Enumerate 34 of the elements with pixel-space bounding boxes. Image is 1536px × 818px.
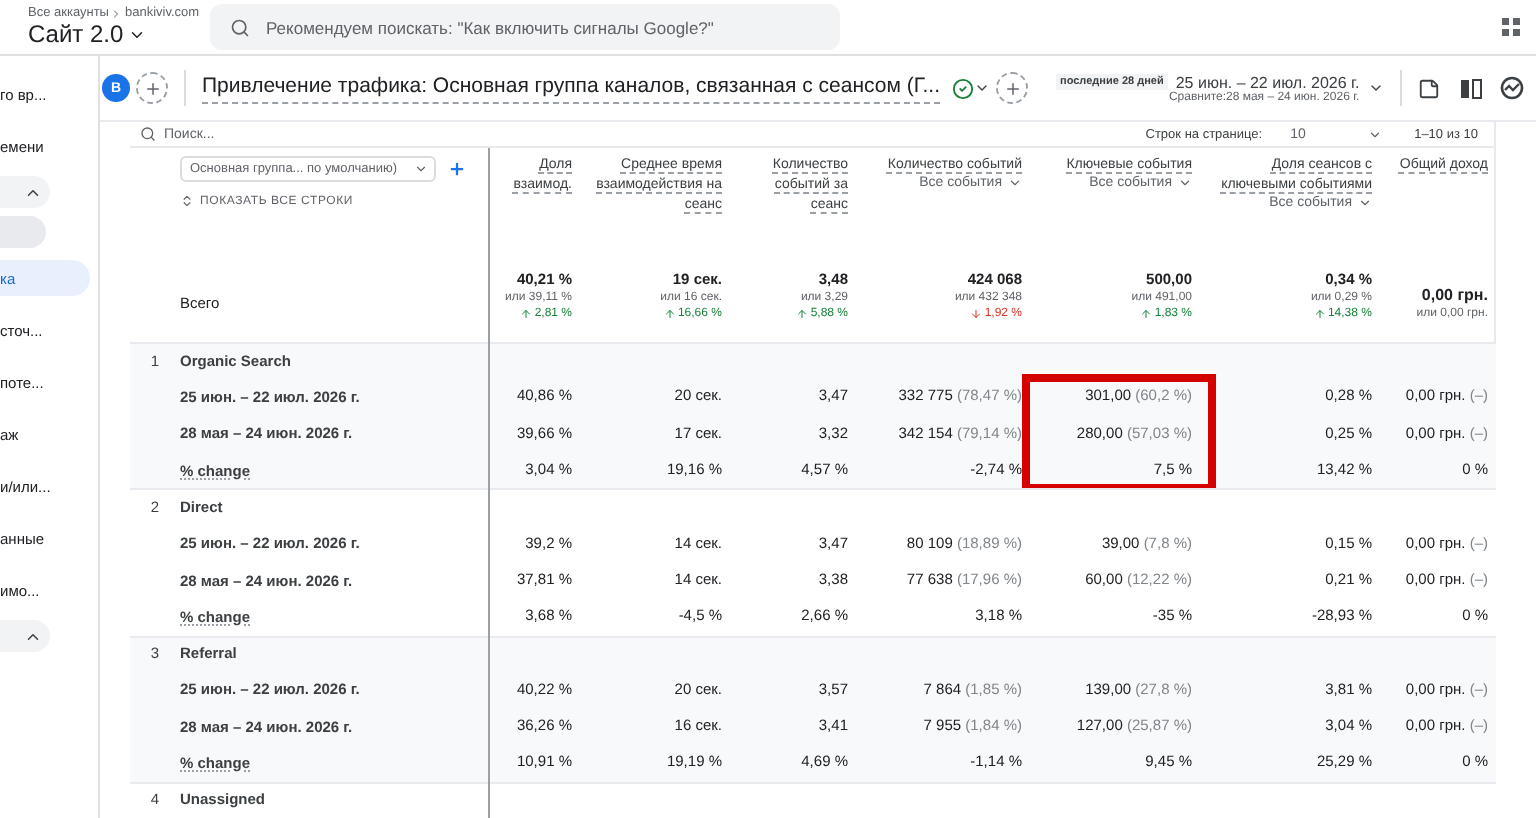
report-title: Привлечение трафика: Основная группа каналов, связанная с сеансом (Г... (202, 72, 941, 104)
caret-icon (414, 162, 428, 177)
plus-icon (1003, 79, 1022, 97)
add-dimension-icon[interactable] (448, 160, 466, 179)
caret-icon[interactable] (974, 80, 991, 96)
search-placeholder: Рекомендуем поискать: "Как включить сигналы Google?" (266, 17, 714, 37)
caret-icon (1358, 196, 1372, 211)
add-segment-button[interactable] (136, 72, 168, 104)
caret-icon (1368, 127, 1383, 142)
caret-icon (1178, 176, 1192, 191)
expand-icon (180, 194, 194, 209)
caret-icon[interactable] (1367, 80, 1384, 96)
compare-columns-icon[interactable] (1459, 77, 1482, 99)
chevron-right-icon (110, 7, 123, 19)
arrow-up-icon (1313, 308, 1326, 321)
arrow-down-icon (970, 308, 983, 321)
arrow-up-icon (1140, 308, 1153, 321)
property-selector[interactable]: Сайт 2.0 (28, 20, 146, 48)
date-range[interactable]: 25 июн. – 22 июл. 2026 г. (1175, 73, 1360, 91)
total-value: 0,00 грн. (1421, 285, 1488, 304)
arrow-up-icon (796, 308, 809, 321)
trend-circle-icon[interactable] (1499, 76, 1524, 100)
plus-icon (143, 79, 161, 97)
search-field[interactable]: Рекомендуем поискать: "Как включить сигналы Google?" (210, 4, 840, 50)
apps-grid-icon[interactable] (1502, 18, 1520, 36)
search-icon (140, 126, 156, 143)
caret-icon (1008, 176, 1022, 191)
section-toggle[interactable] (0, 620, 50, 652)
arrow-up-icon (520, 308, 533, 321)
arrow-up-icon (663, 308, 676, 321)
section-toggle[interactable] (0, 176, 50, 208)
note-icon[interactable] (1417, 77, 1440, 99)
check-circle-icon[interactable] (952, 77, 975, 99)
search-icon (230, 17, 250, 37)
